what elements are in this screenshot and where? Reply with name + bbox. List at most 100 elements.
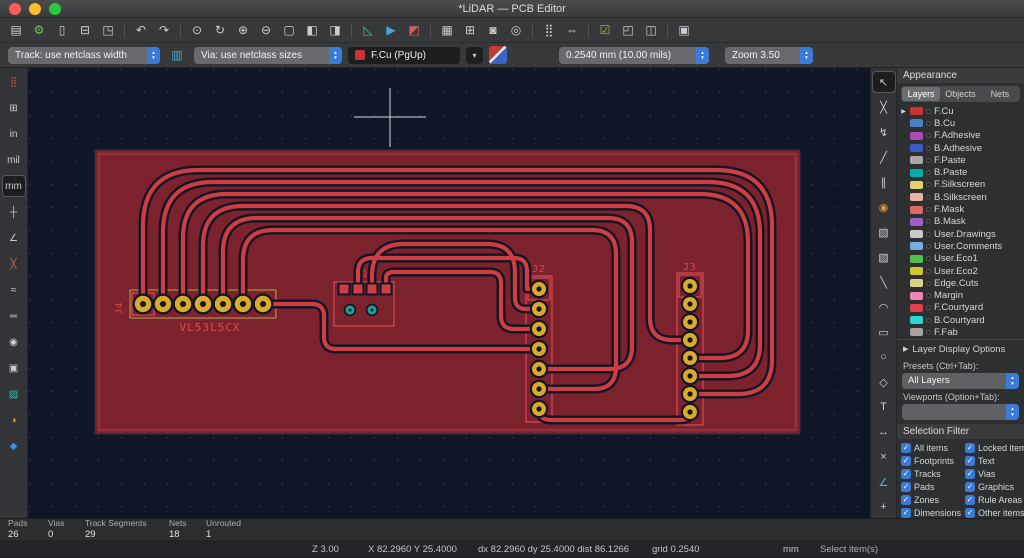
layer-color-swatch[interactable] bbox=[910, 316, 923, 325]
layer-fcu[interactable]: ▶ F.Cu bbox=[899, 105, 1024, 117]
array-button[interactable]: ⣿ bbox=[538, 20, 560, 40]
layer-visibility-icon[interactable] bbox=[926, 194, 931, 200]
layer-color-swatch[interactable] bbox=[910, 267, 923, 275]
layer-bcu[interactable]: B.Cu bbox=[899, 117, 1024, 129]
track-display-mode-icon[interactable]: ═ bbox=[3, 306, 25, 326]
find-button[interactable]: ⊙ bbox=[186, 20, 208, 40]
add-text-tool[interactable]: T bbox=[873, 397, 895, 417]
inactive-layer-dim-icon[interactable]: ◑ bbox=[3, 410, 25, 430]
appearance-manager-icon[interactable]: ◆ bbox=[3, 436, 25, 456]
zoom-to-selection-button[interactable]: ◧ bbox=[301, 20, 323, 40]
layer-fsilkscreen[interactable]: F.Silkscreen bbox=[899, 179, 1024, 191]
draw-rectangle-tool[interactable]: ▭ bbox=[873, 322, 895, 342]
layer-color-swatch[interactable] bbox=[910, 303, 923, 312]
layer-color-swatch[interactable] bbox=[910, 205, 923, 214]
layer-usercomments[interactable]: User.Comments bbox=[899, 240, 1024, 252]
redo-button[interactable]: ↷ bbox=[153, 20, 175, 40]
close-window-button[interactable] bbox=[9, 3, 21, 15]
layer-color-swatch[interactable] bbox=[910, 279, 923, 288]
units-mm-button[interactable]: mm bbox=[2, 176, 25, 196]
zoom-to-objects-button[interactable]: ◨ bbox=[324, 20, 346, 40]
layer-bcourtyard[interactable]: B.Courtyard bbox=[899, 314, 1024, 326]
layer-color-swatch[interactable] bbox=[910, 119, 923, 128]
ratsnest-visibility-icon[interactable]: ╳ bbox=[3, 254, 25, 274]
lock-button[interactable]: ◙ bbox=[482, 20, 504, 40]
filter-zones[interactable]: Zones bbox=[901, 494, 963, 505]
filter-text[interactable]: Text bbox=[965, 455, 1024, 466]
layer-bsilkscreen[interactable]: B.Silkscreen bbox=[899, 191, 1024, 203]
via-display-mode-icon[interactable]: ◉ bbox=[3, 332, 25, 352]
layer-dropdown-button[interactable]: ▾ bbox=[466, 46, 483, 64]
track-width-select[interactable]: Track: use netclass width ▲ ▼ bbox=[8, 46, 160, 64]
layer-pair-toggle-button[interactable] bbox=[489, 46, 507, 64]
pcb-canvas[interactable]: J4 VL53L5CX S1 J2 J3 bbox=[28, 68, 870, 518]
zoom-out-button[interactable]: ⊖ bbox=[255, 20, 277, 40]
footprint-editor-button[interactable]: ◰ bbox=[617, 20, 639, 40]
drc-button[interactable]: ☑ bbox=[594, 20, 616, 40]
add-via-tool[interactable]: ◉ bbox=[873, 197, 895, 217]
unlock-button[interactable]: ◎ bbox=[505, 20, 527, 40]
zoom-window-button[interactable] bbox=[49, 3, 61, 15]
minimize-window-button[interactable] bbox=[29, 3, 41, 15]
layer-bmask[interactable]: B.Mask bbox=[899, 216, 1024, 228]
layer-visibility-icon[interactable] bbox=[926, 268, 931, 274]
layer-visibility-icon[interactable] bbox=[926, 243, 931, 249]
add-dimension-tool[interactable]: ↔ bbox=[873, 422, 895, 442]
layer-visibility-icon[interactable] bbox=[926, 305, 931, 311]
toggle-grid-icon[interactable]: ⣿ bbox=[3, 72, 25, 92]
tab-nets[interactable]: Nets bbox=[981, 87, 1019, 101]
filter-footprints[interactable]: Footprints bbox=[901, 455, 963, 466]
filter-tracks[interactable]: Tracks bbox=[901, 468, 963, 479]
print-button[interactable]: ⊟ bbox=[74, 20, 96, 40]
layer-margin[interactable]: Margin bbox=[899, 289, 1024, 301]
filter-vias[interactable]: Vias bbox=[965, 468, 1024, 479]
layer-visibility-icon[interactable] bbox=[926, 157, 931, 163]
route-single-track-tool[interactable]: ╱ bbox=[873, 147, 895, 167]
tab-layers[interactable]: Layers bbox=[902, 87, 941, 101]
units-inches-button[interactable]: in bbox=[3, 124, 25, 144]
layer-color-swatch[interactable] bbox=[910, 254, 923, 263]
save-button[interactable]: ▤ bbox=[5, 20, 27, 40]
undo-button[interactable]: ↶ bbox=[130, 20, 152, 40]
draw-circle-tool[interactable]: ○ bbox=[873, 347, 895, 367]
align-tools-button[interactable]: ⊞ bbox=[459, 20, 481, 40]
layer-color-swatch[interactable] bbox=[910, 131, 923, 140]
layer-color-swatch[interactable] bbox=[910, 328, 923, 337]
layer-visibility-icon[interactable] bbox=[926, 133, 931, 139]
layer-color-swatch[interactable] bbox=[910, 180, 923, 189]
tab-objects[interactable]: Objects bbox=[941, 87, 979, 101]
layer-color-swatch[interactable] bbox=[910, 107, 923, 116]
curved-ratsnest-icon[interactable]: ≈ bbox=[3, 280, 25, 300]
filter-graphics[interactable]: Graphics bbox=[965, 481, 1024, 492]
layer-badhesive[interactable]: B.Adhesive bbox=[899, 142, 1024, 154]
show-ratsnest-button[interactable]: ◺ bbox=[357, 20, 379, 40]
filter-locked-items[interactable]: Locked items bbox=[965, 442, 1024, 453]
layer-visibility-icon[interactable] bbox=[926, 120, 931, 126]
highlight-net-tool[interactable]: ↯ bbox=[873, 122, 895, 142]
draw-arc-tool[interactable]: ◠ bbox=[873, 297, 895, 317]
layer-visibility-icon[interactable] bbox=[926, 256, 931, 262]
layer-visibility-icon[interactable] bbox=[926, 182, 931, 188]
layer-visibility-icon[interactable] bbox=[926, 145, 931, 151]
layer-ffab[interactable]: F.Fab bbox=[899, 326, 1024, 338]
layer-fadhesive[interactable]: F.Adhesive bbox=[899, 130, 1024, 142]
layer-bpaste[interactable]: B.Paste bbox=[899, 166, 1024, 178]
layer-visibility-icon[interactable] bbox=[926, 317, 931, 323]
zoom-select[interactable]: Zoom 3.50 ▲ ▼ bbox=[725, 46, 813, 64]
polar-coordinates-icon[interactable]: ∠ bbox=[3, 228, 25, 248]
board-setup-button[interactable]: ⚙ bbox=[28, 20, 50, 40]
add-rule-area-tool[interactable]: ▧ bbox=[873, 247, 895, 267]
layer-edgecuts[interactable]: Edge.Cuts bbox=[899, 277, 1024, 289]
layer-fpaste[interactable]: F.Paste bbox=[899, 154, 1024, 166]
layer-fmask[interactable]: F.Mask bbox=[899, 203, 1024, 215]
layer-visibility-icon[interactable] bbox=[926, 219, 931, 225]
layer-color-swatch[interactable] bbox=[910, 168, 923, 177]
layer-color-swatch[interactable] bbox=[910, 242, 923, 251]
layer-color-swatch[interactable] bbox=[910, 193, 923, 202]
draw-line-tool[interactable]: ╲ bbox=[873, 272, 895, 292]
3d-viewer-button[interactable]: ◫ bbox=[640, 20, 662, 40]
layer-color-swatch[interactable] bbox=[910, 144, 923, 153]
measure-tool[interactable]: ∠ bbox=[873, 472, 895, 492]
pad-display-mode-icon[interactable]: ▣ bbox=[3, 358, 25, 378]
scripting-console-button[interactable]: ▣ bbox=[673, 20, 695, 40]
